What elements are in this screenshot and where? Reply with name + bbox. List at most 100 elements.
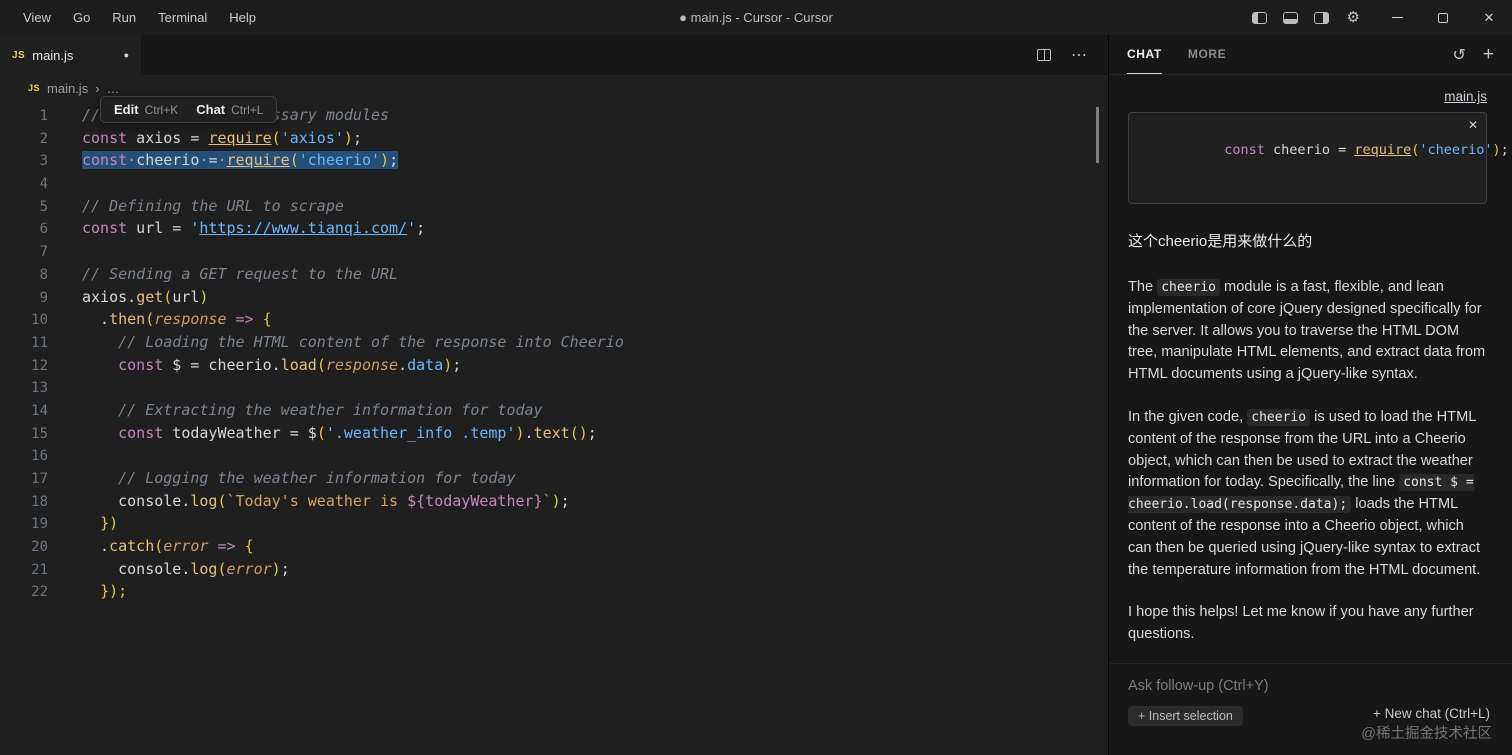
answer-paragraph: In the given code, cheerio is used to lo… <box>1128 407 1487 581</box>
line-number: 13 <box>31 380 48 397</box>
code-line[interactable]: 18 console.log(`Today's weather is ${tod… <box>0 490 1108 513</box>
code-line[interactable]: 11 // Loading the HTML content of the re… <box>0 331 1108 354</box>
menu-view[interactable]: View <box>14 6 60 29</box>
line-number: 15 <box>31 425 48 442</box>
line-number: 9 <box>39 289 48 306</box>
chat-panel: CHAT MORE ↺ + main.js const cheerio = re… <box>1108 35 1512 755</box>
user-message: 这个cheerio是用来做什么的 <box>1128 233 1313 250</box>
maximize-button[interactable] <box>1420 0 1466 35</box>
new-chat-button[interactable]: + New chat (Ctrl+L) <box>1373 706 1490 721</box>
line-number: 11 <box>31 334 48 351</box>
line-number: 7 <box>39 244 48 261</box>
answer-paragraph: I hope this helps! Let me know if you ha… <box>1128 602 1487 646</box>
code-line[interactable]: 16 <box>0 444 1108 467</box>
code-line[interactable]: 14 // Extracting the weather information… <box>0 399 1108 422</box>
menu-terminal[interactable]: Terminal <box>149 6 216 29</box>
code-line[interactable]: 3 const·cheerio·=·require('cheerio'); <box>0 149 1108 172</box>
breadcrumb-separator: › <box>95 80 100 96</box>
new-chat-icon[interactable]: + <box>1483 44 1494 66</box>
code-line[interactable]: 19 }) <box>0 512 1108 535</box>
line-number: 2 <box>39 130 48 147</box>
menu-go[interactable]: Go <box>64 6 99 29</box>
line-number: 16 <box>31 448 48 465</box>
history-icon[interactable]: ↺ <box>1452 45 1465 65</box>
chat-label: Chat <box>196 102 226 117</box>
menu-run[interactable]: Run <box>103 6 145 29</box>
settings-gear-icon[interactable]: ⚙ <box>1347 10 1360 25</box>
toggle-secondary-sidebar-icon[interactable] <box>1313 11 1329 24</box>
line-number: 4 <box>39 176 48 193</box>
line-number: 5 <box>39 198 48 215</box>
chat-button[interactable]: Chat Ctrl+L <box>196 102 263 117</box>
assistant-message: The cheerio module is a fast, flexible, … <box>1128 277 1487 646</box>
snippet-close-icon[interactable]: ✕ <box>1468 118 1478 132</box>
editor-actions: ⋯ <box>1037 35 1108 75</box>
javascript-file-icon: JS <box>12 49 26 61</box>
minimize-button[interactable] <box>1374 0 1420 35</box>
watermark: @稀土掘金技术社区 <box>1361 726 1492 742</box>
code-editor[interactable]: 1// Importing the necessary modules2cons… <box>0 101 1108 755</box>
edit-shortcut: Ctrl+K <box>144 103 179 117</box>
chat-code-snippet: const cheerio = require('cheerio'); ✕ <box>1128 112 1509 204</box>
code-line[interactable]: 13 <box>0 376 1108 399</box>
tab-main-js[interactable]: JS main.js ● <box>0 35 142 75</box>
code-line[interactable]: 7 <box>0 240 1108 263</box>
insert-selection-button[interactable]: + Insert selection <box>1128 706 1243 726</box>
close-button[interactable]: ✕ <box>1466 0 1512 35</box>
code-lines: 1// Importing the necessary modules2cons… <box>0 104 1108 603</box>
line-number: 12 <box>31 357 48 374</box>
followup-input[interactable]: Ask follow-up (Ctrl+Y) <box>1128 678 1487 694</box>
answer-paragraph: The cheerio module is a fast, flexible, … <box>1128 277 1487 386</box>
title-bar-controls: ⚙ ✕ <box>1251 0 1512 35</box>
code-line[interactable]: 10 .then(response => { <box>0 308 1108 331</box>
code-line[interactable]: 12 const $ = cheerio.load(response.data)… <box>0 354 1108 377</box>
code-line[interactable]: 6 const url = 'https://www.tianqi.com/'; <box>0 217 1108 240</box>
code-line[interactable]: 22 }); <box>0 580 1108 603</box>
chat-header-icons: ↺ + <box>1452 35 1494 74</box>
chat-footer: Ask follow-up (Ctrl+Y) + Insert selectio… <box>1109 663 1512 755</box>
edit-button[interactable]: Edit Ctrl+K <box>114 102 178 117</box>
selected-code: const·cheerio·=·require('cheerio'); <box>82 151 399 170</box>
code-line[interactable]: 8// Sending a GET request to the URL <box>0 263 1108 286</box>
toggle-panel-icon[interactable] <box>1282 11 1298 24</box>
code-line[interactable]: 17 // Logging the weather information fo… <box>0 467 1108 490</box>
line-number: 6 <box>39 221 48 238</box>
line-number: 18 <box>31 493 48 510</box>
split-editor-icon[interactable] <box>1037 49 1051 61</box>
code-line[interactable]: 20 .catch(error => { <box>0 535 1108 558</box>
toggle-sidebar-icon[interactable] <box>1251 11 1267 24</box>
code-line[interactable]: 21 console.log(error); <box>0 558 1108 581</box>
file-reference-link[interactable]: main.js <box>1128 89 1487 104</box>
answer-text: The <box>1128 279 1158 295</box>
code-line[interactable]: 2 const axios = require('axios'); <box>0 127 1108 150</box>
inline-code: cheerio <box>1247 408 1311 426</box>
breadcrumb-symbol[interactable]: … <box>107 81 120 96</box>
answer-text: I hope this helps! Let me know if you ha… <box>1128 604 1474 643</box>
tab-more[interactable]: MORE <box>1188 35 1226 74</box>
chat-code-snippet-text: const cheerio = require('cheerio'); <box>1224 142 1509 158</box>
tab-label: main.js <box>32 47 74 63</box>
line-number: 3 <box>39 153 48 170</box>
workbench: JS main.js ● ⋯ JS main.js › … 1// Import… <box>0 35 1512 755</box>
minimize-icon <box>1391 17 1403 18</box>
menu-help[interactable]: Help <box>220 6 265 29</box>
line-number: 1 <box>39 108 48 124</box>
line-number: 20 <box>31 539 48 556</box>
modified-dot-icon[interactable]: ● <box>124 50 129 60</box>
tab-chat[interactable]: CHAT <box>1127 35 1162 74</box>
more-actions-icon[interactable]: ⋯ <box>1071 45 1088 65</box>
code-line[interactable]: 4 <box>0 172 1108 195</box>
chat-panel-header: CHAT MORE ↺ + <box>1109 35 1512 75</box>
editor-tab-bar: JS main.js ● ⋯ <box>0 35 1108 75</box>
line-number: 21 <box>31 561 48 578</box>
code-line[interactable]: 9 axios.get(url) <box>0 286 1108 309</box>
line-number: 17 <box>31 471 48 487</box>
editor-pane: JS main.js ● ⋯ JS main.js › … 1// Import… <box>0 35 1108 755</box>
line-number: 22 <box>31 584 48 601</box>
editor-scrollbar[interactable] <box>1096 107 1099 163</box>
code-line[interactable]: 5// Defining the URL to scrape <box>0 195 1108 218</box>
inline-code: cheerio <box>1157 279 1220 296</box>
code-line[interactable]: 15 const todayWeather = $('.weather_info… <box>0 422 1108 445</box>
breadcrumb-file[interactable]: main.js <box>47 81 88 96</box>
line-number: 19 <box>31 516 48 533</box>
